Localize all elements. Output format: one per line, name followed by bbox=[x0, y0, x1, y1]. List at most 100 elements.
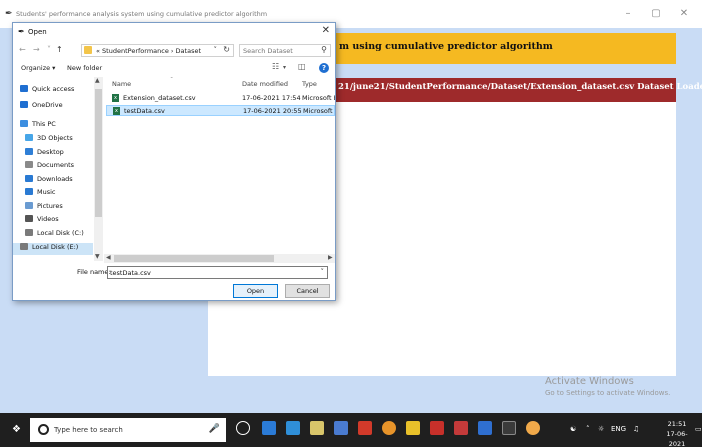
file-name-row: File name: ˅ bbox=[13, 266, 335, 280]
new-folder-button[interactable]: New folder bbox=[67, 64, 102, 72]
taskbar-search-box[interactable]: Type here to search 🎤 bbox=[30, 418, 226, 442]
search-box[interactable]: ⚲ bbox=[239, 44, 331, 57]
help-icon[interactable]: ? bbox=[319, 63, 329, 73]
clock[interactable]: 21:51 17-06-2021 bbox=[660, 419, 694, 447]
watermark-line1: Activate Windows bbox=[545, 376, 634, 387]
people-icon[interactable]: ☯ bbox=[570, 425, 576, 433]
notification-icon[interactable]: ▭ bbox=[695, 425, 702, 433]
nav-item-downloads[interactable]: Downloads bbox=[25, 175, 105, 187]
nav-item-pictures[interactable]: Pictures bbox=[25, 202, 105, 214]
chevron-down-icon[interactable]: ˅ bbox=[321, 268, 325, 276]
folder-icon[interactable] bbox=[406, 421, 420, 435]
minimize-button[interactable]: – bbox=[617, 6, 639, 22]
maximize-button[interactable]: ▢ bbox=[645, 6, 667, 22]
open-dialog: ✒ Open ✕ ← → ˅ ↑ « StudentPerformance › … bbox=[12, 22, 336, 301]
nav-item-label: Desktop bbox=[37, 148, 64, 156]
task-view-icon[interactable] bbox=[236, 421, 250, 435]
scroll-thumb[interactable] bbox=[114, 255, 274, 262]
nav-item-label: Documents bbox=[37, 161, 75, 169]
file-explorer-icon[interactable] bbox=[310, 421, 324, 435]
powerpoint-icon[interactable] bbox=[454, 421, 468, 435]
app-icon[interactable] bbox=[358, 421, 372, 435]
file-row[interactable]: x testData.csv 17-06-2021 20:55Microsoft E… bbox=[106, 105, 335, 116]
nav-item-documents[interactable]: Documents bbox=[25, 161, 105, 173]
file-name-combo[interactable]: ˅ bbox=[107, 266, 328, 279]
chevron-down-icon[interactable]: ˅ bbox=[214, 46, 218, 54]
feather-app-icon[interactable] bbox=[526, 421, 540, 435]
store-icon[interactable] bbox=[286, 421, 300, 435]
back-arrow-icon[interactable]: ← bbox=[19, 45, 26, 54]
scroll-thumb[interactable] bbox=[95, 89, 102, 217]
clock-time: 21:51 bbox=[667, 420, 687, 428]
column-header-type[interactable]: Type bbox=[302, 80, 317, 88]
nav-item-music[interactable]: Music bbox=[25, 188, 105, 200]
nav-item-onedrive[interactable]: OneDrive bbox=[20, 101, 100, 113]
word-icon[interactable] bbox=[478, 421, 492, 435]
column-header-name[interactable]: Name bbox=[112, 80, 131, 88]
column-header-date[interactable]: Date modified bbox=[242, 80, 288, 88]
nav-item-label: Music bbox=[37, 188, 56, 196]
microphone-icon[interactable]: 🎤 bbox=[209, 424, 220, 434]
acrobat-icon[interactable] bbox=[430, 421, 444, 435]
address-bar[interactable]: « StudentPerformance › Dataset ˅ ↻ bbox=[81, 44, 234, 57]
forward-arrow-icon[interactable]: → bbox=[33, 45, 40, 54]
preview-pane-icon[interactable]: ◫ bbox=[298, 62, 306, 71]
nav-item-this-pc[interactable]: This PC bbox=[20, 120, 100, 132]
nav-item-desktop[interactable]: Desktop bbox=[25, 148, 105, 160]
up-arrow-icon[interactable]: ↑ bbox=[56, 45, 63, 54]
scroll-down-icon[interactable]: ▼ bbox=[95, 253, 100, 260]
nav-scrollbar[interactable]: ▲ ▼ bbox=[94, 77, 103, 261]
chevron-up-icon[interactable]: ˄ bbox=[586, 425, 590, 433]
drive-icon bbox=[20, 243, 28, 250]
star-icon bbox=[20, 85, 28, 92]
scroll-up-icon[interactable]: ▲ bbox=[95, 77, 100, 84]
file-name-input[interactable] bbox=[110, 268, 310, 278]
nav-item-local-disk-c[interactable]: Local Disk (C:) bbox=[25, 229, 105, 241]
nav-item-label: OneDrive bbox=[32, 101, 63, 109]
refresh-icon[interactable]: ↻ bbox=[223, 45, 230, 54]
chrome-icon[interactable] bbox=[382, 421, 396, 435]
search-input[interactable] bbox=[243, 46, 317, 56]
nav-item-label: Local Disk (E:) bbox=[32, 243, 79, 251]
nav-item-label: This PC bbox=[32, 120, 56, 128]
chevron-down-icon[interactable]: ▾ bbox=[283, 64, 286, 71]
organize-button[interactable]: Organize ▾ bbox=[21, 64, 55, 72]
clock-date: 17-06-2021 bbox=[666, 430, 688, 447]
python-icon[interactable] bbox=[334, 421, 348, 435]
file-name-label: File name: bbox=[77, 268, 111, 276]
volume-icon[interactable]: ♫ bbox=[633, 425, 639, 433]
view-options-icon[interactable]: ☷ bbox=[272, 62, 279, 71]
excel-file-icon: x bbox=[113, 107, 120, 115]
recent-dropdown-icon[interactable]: ˅ bbox=[47, 45, 51, 54]
nav-item-videos[interactable]: Videos bbox=[25, 215, 105, 227]
network-icon[interactable]: ☼ bbox=[598, 425, 604, 433]
nav-item-3d-objects[interactable]: 3D Objects bbox=[25, 134, 105, 146]
nav-item-label: Local Disk (C:) bbox=[37, 229, 84, 237]
dialog-toolbar: Organize ▾ New folder ☷ ▾ ◫ ? bbox=[13, 61, 335, 75]
language-indicator[interactable]: ENG bbox=[611, 425, 626, 433]
windows-start-icon[interactable]: ❖ bbox=[12, 424, 21, 435]
open-button[interactable]: Open bbox=[233, 284, 278, 298]
terminal-icon[interactable] bbox=[502, 421, 516, 435]
file-row[interactable]: x Extension_dataset.csv 17-06-2021 17:54 Mi… bbox=[106, 93, 335, 104]
scroll-right-icon[interactable]: ▶ bbox=[328, 254, 333, 261]
dialog-close-button[interactable]: ✕ bbox=[322, 25, 330, 36]
taskbar-search-placeholder[interactable]: Type here to search bbox=[54, 426, 123, 434]
nav-item-quick-access[interactable]: Quick access bbox=[20, 85, 100, 97]
video-icon bbox=[25, 215, 33, 222]
scroll-left-icon[interactable]: ◀ bbox=[106, 254, 111, 261]
download-icon bbox=[25, 175, 33, 182]
close-button[interactable]: ✕ bbox=[673, 6, 695, 22]
desktop-icon bbox=[25, 148, 33, 155]
nav-item-label: Videos bbox=[37, 215, 59, 223]
pictures-icon bbox=[25, 202, 33, 209]
cancel-button[interactable]: Cancel bbox=[285, 284, 330, 298]
nav-item-local-disk-e[interactable]: Local Disk (E:) bbox=[13, 243, 93, 255]
breadcrumb[interactable]: « StudentPerformance › Dataset bbox=[96, 47, 201, 55]
file-list-hscrollbar[interactable]: ◀ ▶ bbox=[104, 254, 335, 263]
edge-icon[interactable] bbox=[262, 421, 276, 435]
navigation-pane: Quick access OneDrive This PC 3D Objects Des… bbox=[13, 77, 105, 257]
cloud-icon bbox=[20, 101, 28, 108]
dialog-title: Open bbox=[28, 28, 47, 36]
feather-icon: ✒ bbox=[5, 9, 13, 19]
